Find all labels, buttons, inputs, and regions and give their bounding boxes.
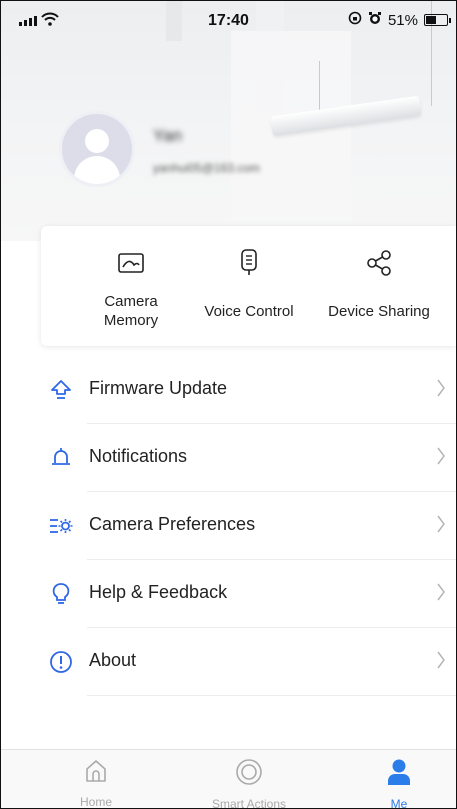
user-email: yanhui05@163.com [153,161,260,175]
menu-item-camera-preferences[interactable]: Camera Preferences [1,492,456,560]
upload-arrow-icon [49,378,73,402]
menu-item-label: Help & Feedback [89,582,228,602]
voice-control-button[interactable]: Voice Control [189,226,309,346]
tab-smart-actions[interactable]: Smart Actions [199,758,299,809]
lightbulb-icon [49,582,73,606]
app-screen: 17:40 51% Yan yanhui05@163.com Camera Me… [0,0,457,809]
settings-menu: Firmware Update Notifications Camera Pre… [1,356,456,696]
picture-icon [117,248,145,278]
chevron-right-icon [436,582,446,607]
feature-card: Camera Memory Voice Control Device Shari… [41,226,456,346]
tab-label: Smart Actions [211,797,287,809]
menu-item-label: Firmware Update [89,378,228,398]
menu-item-label: Camera Preferences [89,514,256,534]
voice-control-label: Voice Control [204,303,294,320]
status-bar: 17:40 51% [1,1,456,39]
tab-me[interactable]: Me [349,758,449,809]
battery-percent: 51% [387,11,418,29]
battery-icon [424,14,451,26]
rotation-lock-icon [348,11,362,29]
menu-item-about[interactable]: About [1,628,456,696]
tab-bar: Home Smart Actions Me [1,749,456,809]
chevron-right-icon [436,446,446,471]
avatar[interactable] [59,111,135,187]
smart-actions-icon [235,758,263,791]
person-icon [387,758,411,791]
voice-assistant-icon [239,248,259,278]
menu-item-label: Notifications [89,446,188,466]
tab-home[interactable]: Home [46,758,146,809]
home-icon [83,758,109,789]
chevron-right-icon [436,378,446,403]
device-sharing-button[interactable]: Device Sharing [319,226,439,346]
info-icon [49,650,73,674]
chevron-right-icon [436,650,446,675]
menu-item-notifications[interactable]: Notifications [1,424,456,492]
tab-label: Me [390,797,408,809]
user-name[interactable]: Yan [153,126,182,146]
menu-item-help-feedback[interactable]: Help & Feedback [1,560,456,628]
menu-item-label: About [89,650,137,670]
bell-icon [49,446,73,470]
camera-memory-button[interactable]: Camera Memory [81,226,181,346]
tab-label: Home [79,795,112,809]
camera-memory-label: Camera Memory [103,293,159,329]
device-sharing-label: Device Sharing [328,303,430,320]
share-icon [365,248,393,278]
alarm-icon [368,11,382,29]
settings-sliders-icon [49,514,73,538]
chevron-right-icon [436,514,446,539]
menu-item-firmware-update[interactable]: Firmware Update [1,356,456,424]
